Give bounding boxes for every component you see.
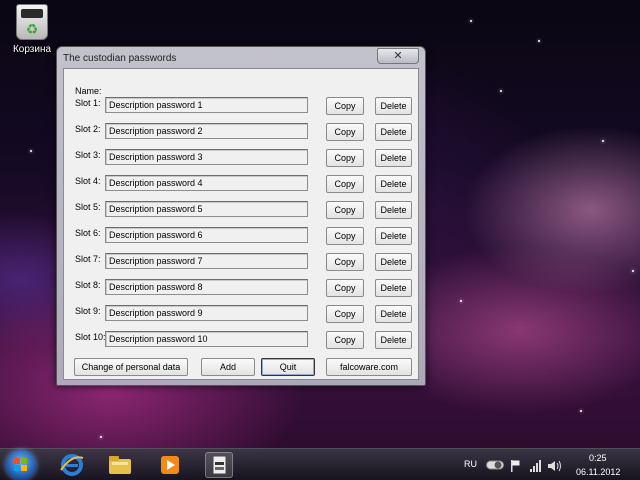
password-app-icon [212,455,227,475]
delete-button[interactable]: Delete [375,227,412,245]
falcoware-link-button[interactable]: falcoware.com [326,358,412,376]
slot-row: Slot 9: Copy Delete [64,305,420,323]
star [580,410,582,412]
add-button[interactable]: Add [201,358,255,376]
slot-description-field[interactable] [105,253,308,269]
delete-button[interactable]: Delete [375,97,412,115]
slot-label: Slot 1: [75,98,101,108]
star [500,90,502,92]
delete-button[interactable]: Delete [375,149,412,167]
slot-description-field[interactable] [105,227,308,243]
slot-description-field[interactable] [105,201,308,217]
slot-row: Slot 1: Copy Delete [64,97,420,115]
star [632,270,634,272]
copy-button[interactable]: Copy [326,305,364,323]
delete-button[interactable]: Delete [375,123,412,141]
slot-row: Slot 7: Copy Delete [64,253,420,271]
network-signal-icon[interactable] [530,460,542,472]
copy-button[interactable]: Copy [326,331,364,349]
close-button[interactable]: ✕ [377,48,419,64]
copy-button[interactable]: Copy [326,279,364,297]
delete-button[interactable]: Delete [375,279,412,297]
copy-button[interactable]: Copy [326,253,364,271]
slot-description-field[interactable] [105,305,308,321]
slot-label: Slot 9: [75,306,101,316]
start-button[interactable] [6,450,36,480]
close-icon: ✕ [393,50,403,62]
taskbar: RU 0:25 06.11.2012 [0,448,640,480]
change-personal-data-button[interactable]: Change of personal data [74,358,188,376]
slot-label: Slot 2: [75,124,101,134]
slot-description-field[interactable] [105,123,308,139]
copy-button[interactable]: Copy [326,201,364,219]
slot-row: Slot 8: Copy Delete [64,279,420,297]
quit-button[interactable]: Quit [261,358,315,376]
delete-button[interactable]: Delete [375,305,412,323]
slot-label: Slot 8: [75,280,101,290]
slot-description-field[interactable] [105,331,308,347]
copy-button[interactable]: Copy [326,175,364,193]
star [100,436,102,438]
slot-label: Slot 4: [75,176,101,186]
slot-row: Slot 10: Copy Delete [64,331,420,349]
flag-icon[interactable] [510,460,520,472]
star [470,20,472,22]
delete-button[interactable]: Delete [375,253,412,271]
slot-label: Slot 5: [75,202,101,212]
slot-row: Slot 5: Copy Delete [64,201,420,219]
slot-label: Slot 6: [75,228,101,238]
slot-row: Slot 2: Copy Delete [64,123,420,141]
slot-row: Slot 4: Copy Delete [64,175,420,193]
slot-description-field[interactable] [105,149,308,165]
internet-explorer-taskbar-button[interactable] [58,452,86,478]
clock-date[interactable]: 06.11.2012 [576,467,620,477]
copy-button[interactable]: Copy [326,97,364,115]
window-title: The custodian passwords [63,53,177,64]
delete-button[interactable]: Delete [375,331,412,349]
clock-time[interactable]: 0:25 [589,453,607,463]
language-indicator[interactable]: RU [464,459,477,469]
password-window: The custodian passwords ✕ Name: Slot 1: … [56,46,426,386]
slot-description-field[interactable] [105,279,308,295]
star [538,40,540,42]
recycle-bin-icon: ♻ [16,4,48,40]
slot-label: Slot 7: [75,254,101,264]
volume-icon[interactable] [548,460,562,472]
slot-label: Slot 10: [75,332,106,342]
start-orb-icon [14,458,27,471]
slot-row: Slot 6: Copy Delete [64,227,420,245]
slot-row: Slot 3: Copy Delete [64,149,420,167]
window-client-area: Name: Slot 1: Copy Delete Slot 2: Copy D… [63,68,419,380]
copy-button[interactable]: Copy [326,123,364,141]
media-player-icon [161,456,179,474]
slot-description-field[interactable] [105,175,308,191]
copy-button[interactable]: Copy [326,227,364,245]
star [30,150,32,152]
desktop-icon-recycle-bin[interactable]: ♻ Корзина [6,4,58,55]
copy-button[interactable]: Copy [326,149,364,167]
internet-explorer-icon [60,454,84,476]
file-explorer-icon [109,456,131,474]
password-app-taskbar-button[interactable] [205,452,233,478]
slot-label: Slot 3: [75,150,101,160]
title-bar[interactable]: The custodian passwords ✕ [57,47,425,67]
star [602,140,604,142]
name-label: Name: [75,86,102,96]
desktop-icon-label: Корзина [12,44,52,55]
delete-button[interactable]: Delete [375,175,412,193]
star [460,300,462,302]
media-player-taskbar-button[interactable] [156,452,184,478]
delete-button[interactable]: Delete [375,201,412,219]
slot-description-field[interactable] [105,97,308,113]
toggle-icon[interactable] [486,460,504,470]
file-explorer-taskbar-button[interactable] [106,452,134,478]
